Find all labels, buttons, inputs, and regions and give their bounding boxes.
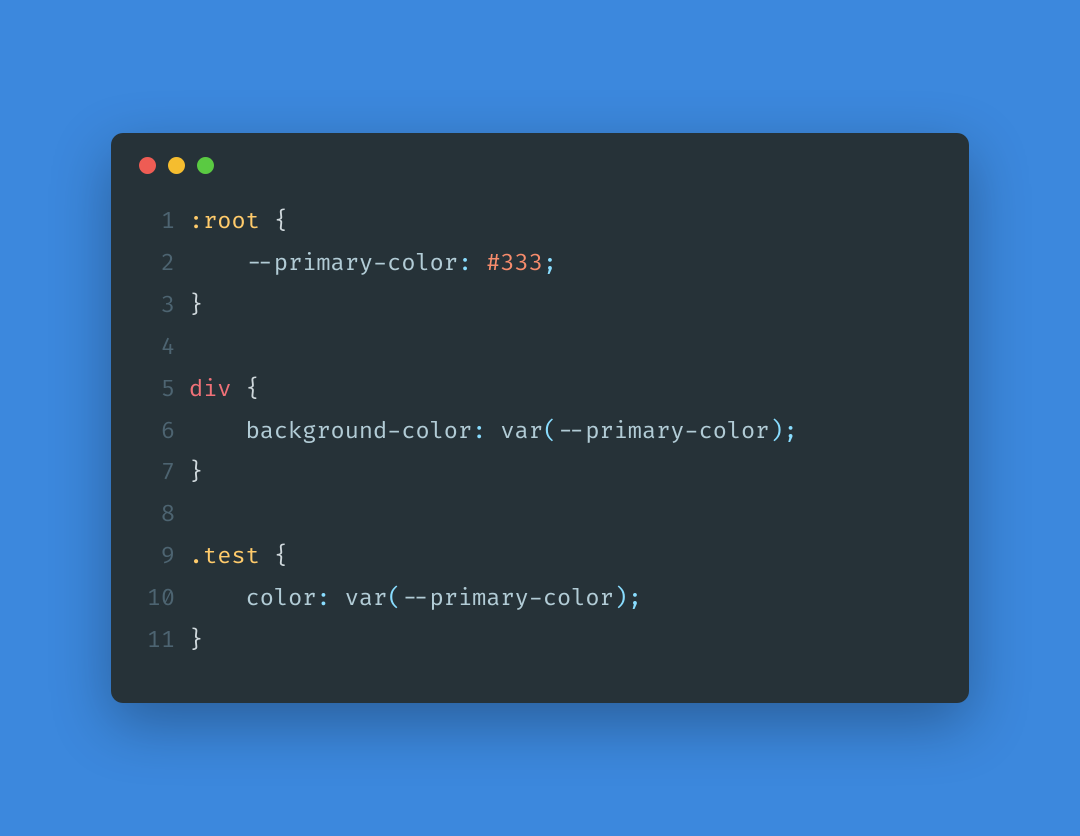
code-line[interactable]: 7} <box>141 453 939 495</box>
line-number: 2 <box>141 244 189 286</box>
code-window: 1:root {2 --primary-color: #333;3}45div … <box>111 133 969 702</box>
token-default <box>189 418 246 446</box>
line-number: 5 <box>141 370 189 412</box>
line-number: 7 <box>141 453 189 495</box>
token-default <box>331 585 345 613</box>
token-punct: : <box>458 250 472 278</box>
line-number: 1 <box>141 202 189 244</box>
token-punct: : <box>472 418 486 446</box>
token-punct: ( <box>543 418 557 446</box>
token-prop: background-color <box>246 418 472 446</box>
code-line[interactable]: 3} <box>141 286 939 328</box>
token-brace: { <box>274 543 288 571</box>
token-brace: } <box>189 627 203 655</box>
line-content: .test { <box>189 537 288 579</box>
code-line[interactable]: 1:root { <box>141 202 939 244</box>
token-punct: ; <box>784 418 798 446</box>
token-cls: .test <box>189 543 260 571</box>
token-default <box>260 543 274 571</box>
token-default <box>189 250 246 278</box>
token-tag: div <box>189 376 231 404</box>
line-number: 10 <box>141 579 189 621</box>
line-content: background-color: var(--primary-color); <box>189 412 798 454</box>
token-default <box>486 418 500 446</box>
line-content: } <box>189 453 203 495</box>
token-punct: : <box>316 585 330 613</box>
maximize-icon[interactable] <box>197 157 214 174</box>
token-brace: } <box>189 459 203 487</box>
line-content: :root { <box>189 202 288 244</box>
line-number: 4 <box>141 328 189 370</box>
token-prop: color <box>246 585 317 613</box>
line-number: 3 <box>141 286 189 328</box>
token-prop: --primary-color <box>557 418 769 446</box>
token-default <box>231 376 245 404</box>
token-cls: :root <box>189 208 260 236</box>
close-icon[interactable] <box>139 157 156 174</box>
token-prop: var <box>500 418 542 446</box>
code-line[interactable]: 9.test { <box>141 537 939 579</box>
line-content: } <box>189 286 203 328</box>
line-content: div { <box>189 370 260 412</box>
token-punct: ( <box>387 585 401 613</box>
token-punct: ) <box>769 418 783 446</box>
token-brace: { <box>274 208 288 236</box>
token-prop: --primary-color <box>401 585 613 613</box>
code-line[interactable]: 11} <box>141 621 939 663</box>
token-prop: --primary-color <box>246 250 458 278</box>
line-content: } <box>189 621 203 663</box>
token-default <box>472 250 486 278</box>
token-brace: { <box>246 376 260 404</box>
token-brace: } <box>189 292 203 320</box>
line-number: 6 <box>141 412 189 454</box>
code-line[interactable]: 2 --primary-color: #333; <box>141 244 939 286</box>
token-punct: ; <box>628 585 642 613</box>
minimize-icon[interactable] <box>168 157 185 174</box>
line-number: 11 <box>141 621 189 663</box>
token-punct: ) <box>614 585 628 613</box>
code-line[interactable]: 8 <box>141 495 939 537</box>
token-default <box>260 208 274 236</box>
code-line[interactable]: 10 color: var(--primary-color); <box>141 579 939 621</box>
code-line[interactable]: 5div { <box>141 370 939 412</box>
line-content: --primary-color: #333; <box>189 244 557 286</box>
code-editor[interactable]: 1:root {2 --primary-color: #333;3}45div … <box>111 192 969 662</box>
code-line[interactable]: 4 <box>141 328 939 370</box>
line-content: color: var(--primary-color); <box>189 579 642 621</box>
line-number: 9 <box>141 537 189 579</box>
token-prop: var <box>345 585 387 613</box>
token-punct: ; <box>543 250 557 278</box>
token-num: #333 <box>486 250 543 278</box>
line-number: 8 <box>141 495 189 537</box>
titlebar <box>111 133 969 192</box>
code-line[interactable]: 6 background-color: var(--primary-color)… <box>141 412 939 454</box>
token-default <box>189 585 246 613</box>
